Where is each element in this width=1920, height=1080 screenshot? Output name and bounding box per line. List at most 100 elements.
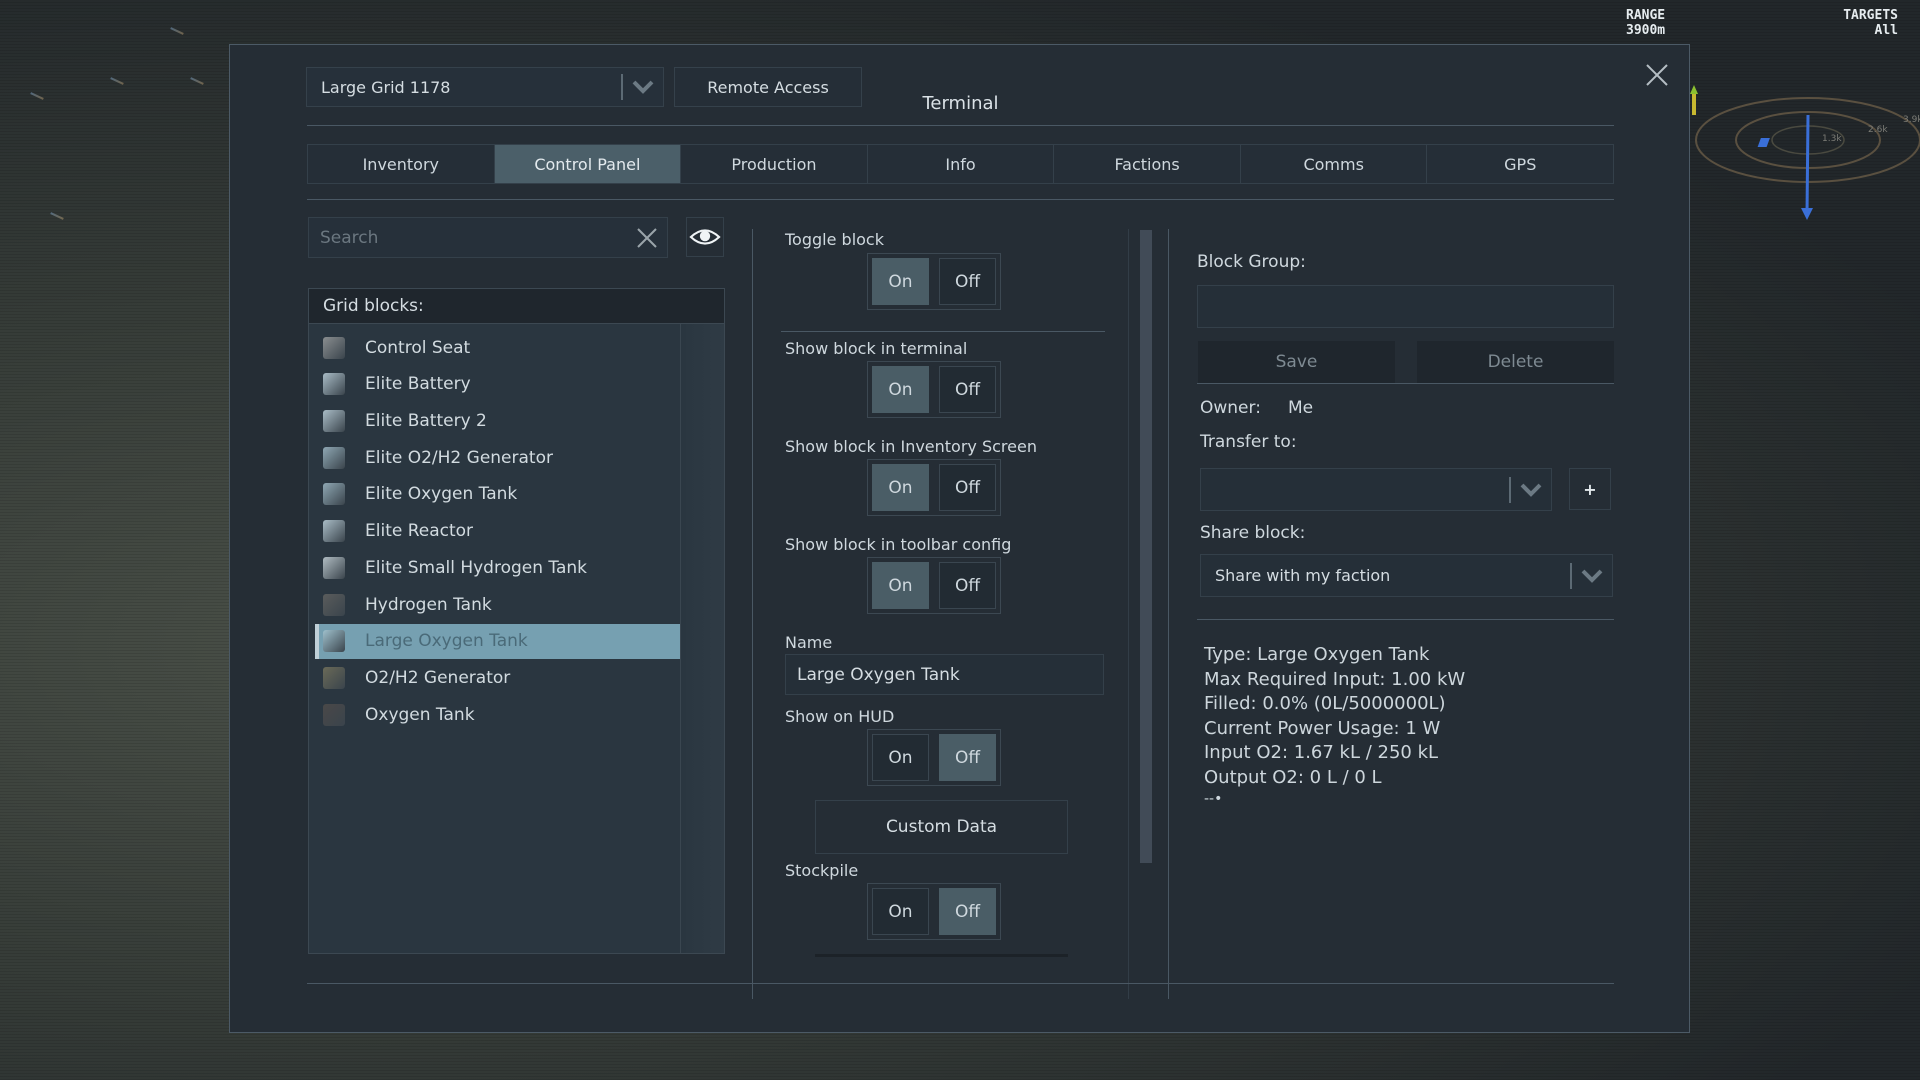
list-item[interactable]: Elite Oxygen Tank: [315, 477, 680, 512]
list-item[interactable]: Elite Battery 2: [315, 403, 680, 438]
list-item-label: Elite O2/H2 Generator: [365, 447, 553, 468]
background-streak: [190, 77, 204, 85]
list-scrollbar[interactable]: [680, 324, 724, 953]
list-item[interactable]: Elite Reactor: [315, 514, 680, 549]
transfer-add-button[interactable]: +: [1569, 468, 1611, 510]
section-divider: [1197, 619, 1614, 620]
block-name-input[interactable]: Large Oxygen Tank: [785, 654, 1104, 695]
generator-icon: [323, 667, 345, 690]
toggle-block-label: Toggle block: [785, 230, 884, 249]
show-in-inventory-switch: On Off: [867, 459, 1001, 516]
list-item[interactable]: Elite Small Hydrogen Tank: [315, 550, 680, 585]
close-icon[interactable]: [1644, 62, 1670, 88]
section-end-bar: [815, 954, 1068, 957]
list-item[interactable]: Elite Battery: [315, 367, 680, 402]
show-in-inventory-off[interactable]: Off: [939, 464, 996, 511]
show-in-terminal-on[interactable]: On: [872, 366, 929, 413]
clear-search-icon[interactable]: [627, 218, 667, 257]
block-info: Type: Large Oxygen Tank Max Required Inp…: [1204, 643, 1465, 808]
column-divider: [1168, 229, 1169, 999]
section-divider: [781, 331, 1105, 332]
chevron-down-icon[interactable]: [1572, 555, 1612, 596]
list-item-label: Elite Battery 2: [365, 410, 487, 431]
stockpile-switch: On Off: [867, 883, 1001, 940]
stockpile-on[interactable]: On: [872, 888, 929, 935]
hud-range: RANGE 3900m: [1626, 8, 1665, 38]
radar-direction-arrow: [1801, 208, 1813, 220]
toggle-block-off[interactable]: Off: [939, 258, 996, 305]
name-label: Name: [785, 633, 833, 652]
transfer-to-dropdown[interactable]: [1200, 468, 1552, 511]
show-on-hud-off[interactable]: Off: [939, 734, 996, 781]
list-item-label: Hydrogen Tank: [365, 594, 492, 615]
grid-blocks-header: Grid blocks:: [308, 288, 725, 324]
toggle-block-switch: On Off: [867, 253, 1001, 310]
tab-control-panel[interactable]: Control Panel: [494, 145, 682, 183]
tab-factions[interactable]: Factions: [1054, 145, 1241, 183]
background-streak: [110, 77, 124, 85]
stockpile-off[interactable]: Off: [939, 888, 996, 935]
hud-targets: TARGETS All: [1843, 8, 1898, 38]
block-group-input[interactable]: [1197, 285, 1614, 328]
tab-production[interactable]: Production: [681, 145, 868, 183]
battery-icon: [323, 373, 345, 396]
list-item-label: O2/H2 Generator: [365, 668, 511, 689]
share-block-label: Share block:: [1200, 523, 1306, 543]
info-max-input: Max Required Input: 1.00 kW: [1204, 668, 1466, 690]
grid-blocks-list: Control Seat Elite Battery Elite Battery 2…: [308, 324, 725, 954]
info-filled: Filled: 0.0% (0L/5000000L): [1204, 693, 1446, 714]
hud-range-value: 3900m: [1626, 23, 1666, 38]
hydrogen-tank-icon: [323, 556, 345, 579]
background-streak: [50, 212, 64, 220]
hud-targets-value: All: [1874, 23, 1898, 38]
show-in-terminal-off[interactable]: Off: [939, 366, 996, 413]
oxygen-tank-icon: [323, 703, 345, 726]
search-input[interactable]: [309, 227, 627, 248]
owner-value: Me: [1288, 398, 1314, 418]
info-type: Type: Large Oxygen Tank: [1204, 644, 1430, 665]
show-on-hud-label: Show on HUD: [785, 707, 895, 726]
background-streak: [30, 92, 44, 100]
info-power-usage: Current Power Usage: 1 W: [1204, 717, 1441, 739]
list-item[interactable]: Large Oxygen Tank: [315, 623, 680, 659]
tab-inventory[interactable]: Inventory: [308, 145, 495, 183]
tab-comms[interactable]: Comms: [1240, 145, 1428, 183]
transfer-to-label: Transfer to:: [1200, 432, 1297, 452]
show-in-toolbar-off[interactable]: Off: [939, 562, 996, 609]
control-seat-icon: [323, 336, 345, 359]
list-item[interactable]: Elite O2/H2 Generator: [315, 440, 680, 475]
list-item[interactable]: Hydrogen Tank: [315, 587, 680, 622]
show-in-terminal-label: Show block in terminal: [785, 339, 968, 358]
list-item[interactable]: O2/H2 Generator: [315, 661, 680, 696]
list-item-label: Control Seat: [365, 337, 471, 358]
stockpile-label: Stockpile: [785, 861, 859, 880]
footer-divider: [307, 983, 1614, 984]
block-group-label: Block Group:: [1197, 252, 1306, 272]
show-hidden-blocks-button[interactable]: [686, 217, 724, 257]
chevron-down-icon[interactable]: [1511, 469, 1551, 510]
control-panel-scrollbar[interactable]: [1140, 230, 1152, 863]
show-in-inventory-on[interactable]: On: [872, 464, 929, 511]
show-in-toolbar-on[interactable]: On: [872, 562, 929, 609]
tab-gps[interactable]: GPS: [1427, 145, 1614, 183]
share-block-dropdown[interactable]: Share with my faction: [1200, 554, 1613, 597]
list-item-label: Elite Small Hydrogen Tank: [365, 557, 588, 578]
tabs-divider: [307, 199, 1614, 200]
list-item-label: Large Oxygen Tank: [365, 631, 528, 652]
list-item[interactable]: Oxygen Tank: [315, 697, 680, 732]
delete-group-button[interactable]: Delete: [1417, 341, 1614, 383]
list-item-label: Elite Reactor: [365, 521, 474, 542]
hud-targets-label: TARGETS: [1843, 8, 1898, 23]
tab-bar: Inventory Control Panel Production Info …: [307, 144, 1614, 184]
oxygen-tank-icon: [323, 483, 345, 506]
info-tail: --•: [1204, 791, 1223, 807]
list-item[interactable]: Control Seat: [315, 330, 680, 365]
custom-data-button[interactable]: Custom Data: [815, 800, 1068, 854]
radar-ring-label: 3.9k: [1903, 115, 1920, 125]
save-group-button[interactable]: Save: [1198, 341, 1395, 383]
hud-range-label: RANGE: [1626, 8, 1666, 23]
toggle-block-on[interactable]: On: [872, 258, 929, 305]
tab-info[interactable]: Info: [867, 145, 1055, 183]
show-on-hud-on[interactable]: On: [872, 734, 929, 781]
list-item-label: Elite Battery: [365, 374, 471, 395]
